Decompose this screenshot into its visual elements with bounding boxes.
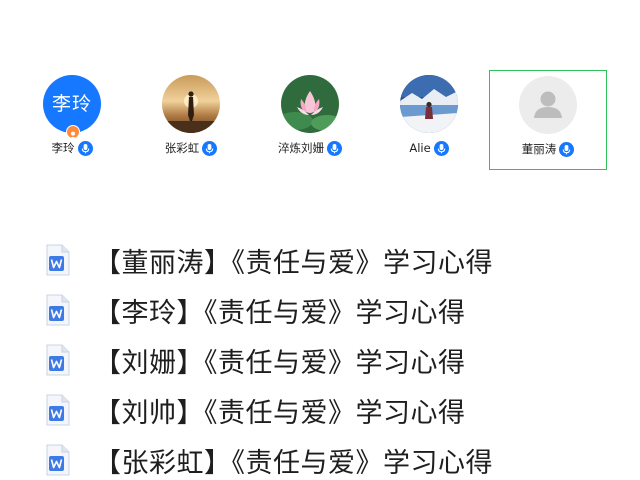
document-item[interactable]: 【董丽涛】《责任与爱》学习心得 <box>46 240 493 280</box>
participant-tile-zhangcaihong[interactable]: 张彩虹 <box>132 70 250 170</box>
word-document-icon <box>46 244 70 276</box>
document-title: 【董丽涛】《责任与爱》学习心得 <box>94 247 493 279</box>
participant-name: Alie <box>409 141 431 155</box>
participant-name-row: 董丽涛 <box>490 139 606 159</box>
avatar <box>162 75 220 133</box>
participant-name: 淬炼刘姗 <box>278 141 324 155</box>
participant-name-row: 张彩虹 <box>132 138 250 158</box>
document-title: 【刘姗】《责任与爱》学习心得 <box>94 347 466 379</box>
participant-name-row: Alie <box>370 138 488 158</box>
avatar <box>400 75 458 133</box>
participant-name-row: 李玲 <box>13 138 131 158</box>
word-document-icon <box>46 294 70 326</box>
word-document-icon <box>46 344 70 376</box>
microphone-icon[interactable] <box>77 140 93 156</box>
participant-tile-cuilianliushan[interactable]: 淬炼刘姗 <box>251 70 369 170</box>
microphone-icon[interactable] <box>327 140 342 156</box>
microphone-icon[interactable] <box>433 140 449 156</box>
word-document-icon <box>46 444 70 476</box>
document-title: 【李玲】《责任与爱》学习心得 <box>94 297 466 329</box>
document-item[interactable]: 【刘姗】《责任与爱》学习心得 <box>46 340 466 380</box>
document-title: 【张彩虹】《责任与爱》学习心得 <box>94 447 493 479</box>
participant-tile-alie[interactable]: Alie <box>370 70 488 170</box>
participant-tile-donglitao[interactable]: 董丽涛 <box>489 70 607 170</box>
meeting-screen: 李玲 李玲 张彩虹 淬炼刘姗 Alie 董丽涛 【董丽涛】《责任与爱》学习心得 … <box>0 0 640 480</box>
participant-name-row: 淬炼刘姗 <box>251 138 369 158</box>
microphone-icon[interactable] <box>202 140 218 156</box>
document-item[interactable]: 【李玲】《责任与爱》学习心得 <box>46 290 466 330</box>
host-badge-icon <box>66 125 80 139</box>
document-item[interactable]: 【刘帅】《责任与爱》学习心得 <box>46 390 466 430</box>
word-document-icon <box>46 394 70 426</box>
avatar <box>281 75 339 133</box>
participant-tile-liling[interactable]: 李玲 李玲 <box>13 70 131 170</box>
microphone-icon[interactable] <box>559 141 575 157</box>
participant-name: 董丽涛 <box>521 142 557 156</box>
document-item[interactable]: 【张彩虹】《责任与爱》学习心得 <box>46 440 493 480</box>
participant-name: 李玲 <box>51 141 75 155</box>
default-avatar-icon <box>519 76 577 134</box>
participant-name: 张彩虹 <box>164 141 200 155</box>
document-title: 【刘帅】《责任与爱》学习心得 <box>94 397 466 429</box>
